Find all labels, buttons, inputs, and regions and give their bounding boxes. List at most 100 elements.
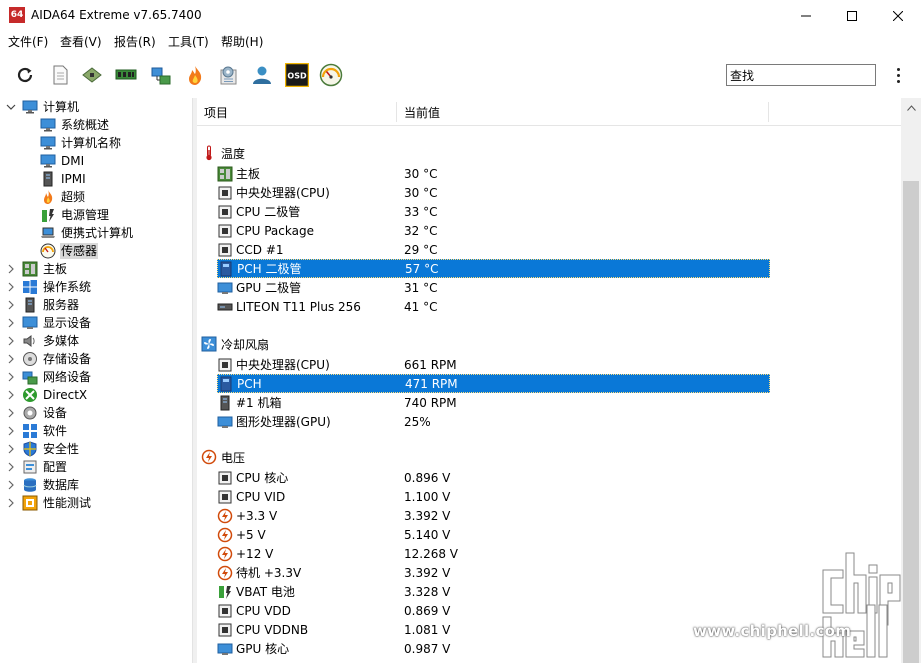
navigation-tree[interactable]: 计算机 系统概述 计算机名称 DMI IPMI 超频 电源管理 便携式计算机 传感器 主板 操作系统… [0, 98, 193, 663]
tree-node-child[interactable]: 传感器 [40, 242, 99, 260]
tree-expander[interactable] [6, 300, 16, 310]
column-header-value[interactable]: 当前值 [404, 104, 440, 121]
sensor-row[interactable]: 主板 30 °C [217, 164, 770, 183]
tree-expander[interactable] [6, 480, 16, 490]
tree-node-top[interactable]: 多媒体 [6, 332, 80, 350]
sensor-row[interactable]: CPU VID 1.100 V [217, 487, 770, 506]
menu-tools[interactable]: 工具(T) [168, 33, 209, 50]
tree-node-top[interactable]: 设备 [6, 404, 68, 422]
sensor-row[interactable]: CPU VDDNB 1.081 V [217, 620, 770, 639]
sensor-row[interactable]: #1 机箱 740 RPM [217, 393, 770, 412]
title-bar[interactable]: 64 AIDA64 Extreme v7.65.7400 [0, 0, 921, 31]
tree-expander[interactable] [6, 372, 16, 382]
search-input[interactable] [726, 64, 876, 86]
tree-expander[interactable] [6, 282, 16, 292]
chevron-right-icon[interactable] [6, 426, 16, 436]
sensor-row[interactable]: 中央处理器(CPU) 30 °C [217, 183, 770, 202]
sensor-row[interactable]: PCH 二极管 57 °C [217, 259, 770, 278]
tree-expander[interactable] [6, 498, 16, 508]
settings-icon[interactable] [218, 64, 240, 86]
maximize-button[interactable] [829, 0, 875, 31]
tree-node-top[interactable]: 存储设备 [6, 350, 92, 368]
chevron-right-icon[interactable] [6, 354, 16, 364]
sensor-row[interactable]: CPU VDD 0.869 V [217, 601, 770, 620]
gauge-icon[interactable] [319, 63, 343, 87]
tree-node-child[interactable]: 超频 [40, 188, 86, 206]
chevron-right-icon[interactable] [6, 264, 16, 274]
chevron-down-icon[interactable] [6, 102, 16, 112]
sensor-row[interactable]: CPU 二极管 33 °C [217, 202, 770, 221]
menu-view[interactable]: 查看(V) [60, 33, 102, 50]
tree-node-computer[interactable]: 计算机 [6, 98, 80, 116]
more-options-button[interactable] [888, 64, 908, 86]
network-icon[interactable] [150, 64, 172, 86]
tree-node-child[interactable]: DMI [40, 152, 85, 170]
tree-expander[interactable] [6, 444, 16, 454]
tree-node-top[interactable]: 服务器 [6, 296, 80, 314]
tree-node-top[interactable]: DirectX [6, 386, 88, 404]
chevron-right-icon[interactable] [6, 336, 16, 346]
close-button[interactable] [875, 0, 921, 31]
tree-expander[interactable] [6, 390, 16, 400]
menu-file[interactable]: 文件(F) [8, 33, 48, 50]
chevron-right-icon[interactable] [6, 462, 16, 472]
tree-node-child[interactable]: IPMI [40, 170, 87, 188]
column-header-item[interactable]: 项目 [204, 104, 228, 121]
chevron-right-icon[interactable] [6, 480, 16, 490]
tree-node-top[interactable]: 显示设备 [6, 314, 92, 332]
tree-expander[interactable] [6, 408, 16, 418]
sensor-row[interactable]: +12 V 12.268 V [217, 544, 770, 563]
menu-report[interactable]: 报告(R) [114, 33, 156, 50]
sensor-row[interactable]: CCD #1 29 °C [217, 240, 770, 259]
sensor-row[interactable]: GPU 二极管 31 °C [217, 278, 770, 297]
sensor-row[interactable]: GPU 核心 0.987 V [217, 639, 770, 658]
tree-node-top[interactable]: 主板 [6, 260, 68, 278]
sensor-row[interactable]: CPU 核心 0.896 V [217, 468, 770, 487]
chevron-right-icon[interactable] [6, 300, 16, 310]
sensor-row[interactable]: LITEON T11 Plus 256 41 °C [217, 297, 770, 316]
sensor-row[interactable]: 中央处理器(CPU) 661 RPM [217, 355, 770, 374]
chevron-right-icon[interactable] [6, 390, 16, 400]
tree-expander[interactable] [6, 102, 16, 112]
tree-node-top[interactable]: 配置 [6, 458, 68, 476]
motherboard-icon[interactable] [81, 64, 103, 86]
chevron-right-icon[interactable] [6, 372, 16, 382]
menu-help[interactable]: 帮助(H) [221, 33, 263, 50]
tree-expander[interactable] [6, 462, 16, 472]
scroll-up-button[interactable] [901, 98, 921, 118]
tree-expander[interactable] [6, 318, 16, 328]
tree-expander[interactable] [6, 426, 16, 436]
memory-icon[interactable] [115, 64, 137, 86]
sensor-row[interactable]: VBAT 电池 3.328 V [217, 582, 770, 601]
tree-node-child[interactable]: 系统概述 [40, 116, 110, 134]
tree-node-top[interactable]: 软件 [6, 422, 68, 440]
tree-node-top[interactable]: 操作系统 [6, 278, 92, 296]
chevron-right-icon[interactable] [6, 318, 16, 328]
chevron-right-icon[interactable] [6, 408, 16, 418]
sensor-row[interactable]: +5 V 5.140 V [217, 525, 770, 544]
tree-node-top[interactable]: 性能测试 [6, 494, 92, 512]
sensor-row[interactable]: 待机 +3.3V 3.392 V [217, 563, 770, 582]
sensor-row[interactable]: 图形处理器(GPU) 25% [217, 412, 770, 431]
sensor-row[interactable]: PCH 471 RPM [217, 374, 770, 393]
tree-node-top[interactable]: 安全性 [6, 440, 80, 458]
chevron-right-icon[interactable] [6, 282, 16, 292]
sensor-row[interactable]: CPU Package 32 °C [217, 221, 770, 240]
osd-icon[interactable]: OSD [285, 63, 309, 87]
flame-icon[interactable] [184, 64, 206, 86]
report-icon[interactable] [49, 64, 71, 86]
user-icon[interactable] [251, 64, 273, 86]
tree-node-child[interactable]: 电源管理 [40, 206, 110, 224]
tree-expander[interactable] [6, 336, 16, 346]
tree-expander[interactable] [6, 264, 16, 274]
tree-node-child[interactable]: 计算机名称 [40, 134, 122, 152]
chevron-right-icon[interactable] [6, 444, 16, 454]
chevron-right-icon[interactable] [6, 498, 16, 508]
tree-node-top[interactable]: 网络设备 [6, 368, 92, 386]
tree-node-child[interactable]: 便携式计算机 [40, 224, 134, 242]
minimize-button[interactable] [783, 0, 829, 31]
refresh-icon[interactable] [14, 64, 36, 86]
tree-node-top[interactable]: 数据库 [6, 476, 80, 494]
sensor-row[interactable]: +3.3 V 3.392 V [217, 506, 770, 525]
tree-expander[interactable] [6, 354, 16, 364]
